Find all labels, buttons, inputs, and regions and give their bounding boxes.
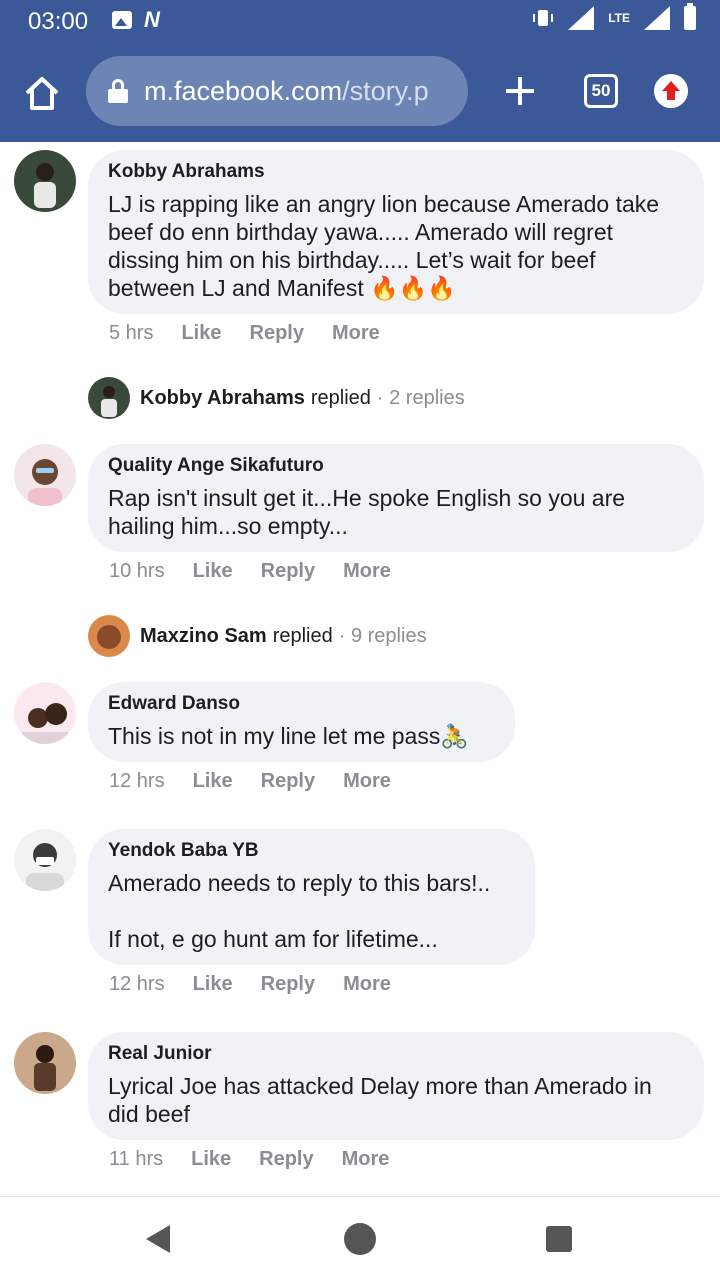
status-time: 03:00	[28, 8, 89, 35]
like-button[interactable]: Like	[181, 322, 221, 345]
recents-icon[interactable]	[546, 1226, 572, 1252]
back-icon[interactable]	[146, 1225, 170, 1253]
avatar[interactable]	[14, 444, 76, 506]
reply-button[interactable]: Reply	[261, 560, 315, 583]
reply-button[interactable]: Reply	[259, 1148, 313, 1171]
comment-bubble: Quality Ange Sikafuturo Rap isn't insult…	[88, 444, 704, 552]
tab-switcher-button[interactable]: 50	[584, 74, 618, 108]
reply-button[interactable]: Reply	[261, 973, 315, 996]
new-tab-icon[interactable]	[503, 74, 537, 108]
reply-button[interactable]: Reply	[261, 770, 315, 793]
update-icon[interactable]	[654, 74, 688, 108]
avatar[interactable]	[14, 829, 76, 891]
comment-text: Rap isn't insult get it...He spoke Engli…	[108, 485, 632, 539]
comment-time: 12 hrs	[109, 770, 165, 792]
avatar	[88, 615, 130, 657]
comment-text: Lyrical Joe has attacked Delay more than…	[108, 1073, 659, 1127]
more-button[interactable]: More	[342, 1148, 390, 1171]
comment-bubble: Real Junior Lyrical Joe has attacked Del…	[88, 1032, 704, 1140]
lock-icon	[108, 79, 128, 103]
signal-icon	[568, 6, 595, 30]
comment-author[interactable]: Kobby Abrahams	[108, 160, 684, 184]
comment-author[interactable]: Yendok Baba YB	[108, 839, 515, 863]
more-button[interactable]: More	[343, 973, 391, 996]
avatar[interactable]	[14, 682, 76, 744]
url-text: m.facebook.com/story.p	[144, 75, 429, 106]
status-bar: 03:00 N LTE	[0, 0, 720, 44]
comment-time: 5 hrs	[109, 322, 154, 344]
avatar[interactable]	[14, 150, 76, 212]
like-button[interactable]: Like	[193, 770, 233, 793]
home-icon[interactable]	[22, 74, 62, 114]
comment-bubble: Yendok Baba YB Amerado needs to reply to…	[88, 829, 535, 965]
comment-time: 11 hrs	[109, 1148, 164, 1170]
comment-time: 12 hrs	[109, 973, 165, 995]
battery-icon	[684, 3, 696, 30]
vibrate-icon	[533, 10, 554, 26]
comment-author[interactable]: Quality Ange Sikafuturo	[108, 454, 684, 478]
like-button[interactable]: Like	[191, 1148, 231, 1171]
app-notification-icon: N	[144, 7, 160, 32]
browser-toolbar: m.facebook.com/story.p 50	[0, 44, 720, 142]
comment-bubble: Edward Danso This is not in my line let …	[88, 682, 515, 762]
comment-time: 10 hrs	[109, 560, 165, 582]
reply-author: Kobby Abrahams	[140, 386, 305, 409]
avatar	[88, 377, 130, 419]
signal-strength-icon	[644, 6, 670, 30]
replies-link[interactable]: Kobby Abrahams replied · 2 replies	[88, 377, 465, 419]
lte-indicator: LTE	[608, 11, 630, 25]
reply-count: · 9 replies	[338, 624, 427, 647]
reply-button[interactable]: Reply	[250, 322, 304, 345]
comment-meta: 12 hrs Like Reply More	[109, 973, 391, 996]
comment-bubble: Kobby Abrahams LJ is rapping like an ang…	[88, 150, 704, 314]
comment-text: Amerado needs to reply to this bars!.. I…	[108, 870, 491, 952]
comment-meta: 5 hrs Like Reply More	[109, 322, 380, 345]
comments-list: Kobby Abrahams LJ is rapping like an ang…	[0, 142, 720, 1196]
more-button[interactable]: More	[343, 560, 391, 583]
home-circle-icon[interactable]	[344, 1223, 376, 1255]
more-button[interactable]: More	[332, 322, 380, 345]
avatar[interactable]	[14, 1032, 76, 1094]
comment-author[interactable]: Edward Danso	[108, 692, 495, 716]
comment-text: This is not in my line let me pass🚴	[108, 723, 469, 749]
comment-meta: 11 hrs Like Reply More	[109, 1148, 389, 1171]
reply-author: Maxzino Sam	[140, 624, 267, 647]
replies-link[interactable]: Maxzino Sam replied · 9 replies	[88, 615, 427, 657]
like-button[interactable]: Like	[193, 973, 233, 996]
reply-count: · 2 replies	[376, 386, 465, 409]
system-nav-bar	[0, 1196, 720, 1280]
reply-verb: replied	[310, 386, 371, 409]
comment-meta: 12 hrs Like Reply More	[109, 770, 391, 793]
comment-author[interactable]: Real Junior	[108, 1042, 684, 1066]
reply-verb: replied	[272, 624, 333, 647]
gallery-notification-icon	[112, 11, 132, 29]
address-bar[interactable]: m.facebook.com/story.p	[86, 56, 468, 126]
more-button[interactable]: More	[343, 770, 391, 793]
comment-meta: 10 hrs Like Reply More	[109, 560, 391, 583]
like-button[interactable]: Like	[193, 560, 233, 583]
comment-text: LJ is rapping like an angry lion because…	[108, 191, 666, 301]
